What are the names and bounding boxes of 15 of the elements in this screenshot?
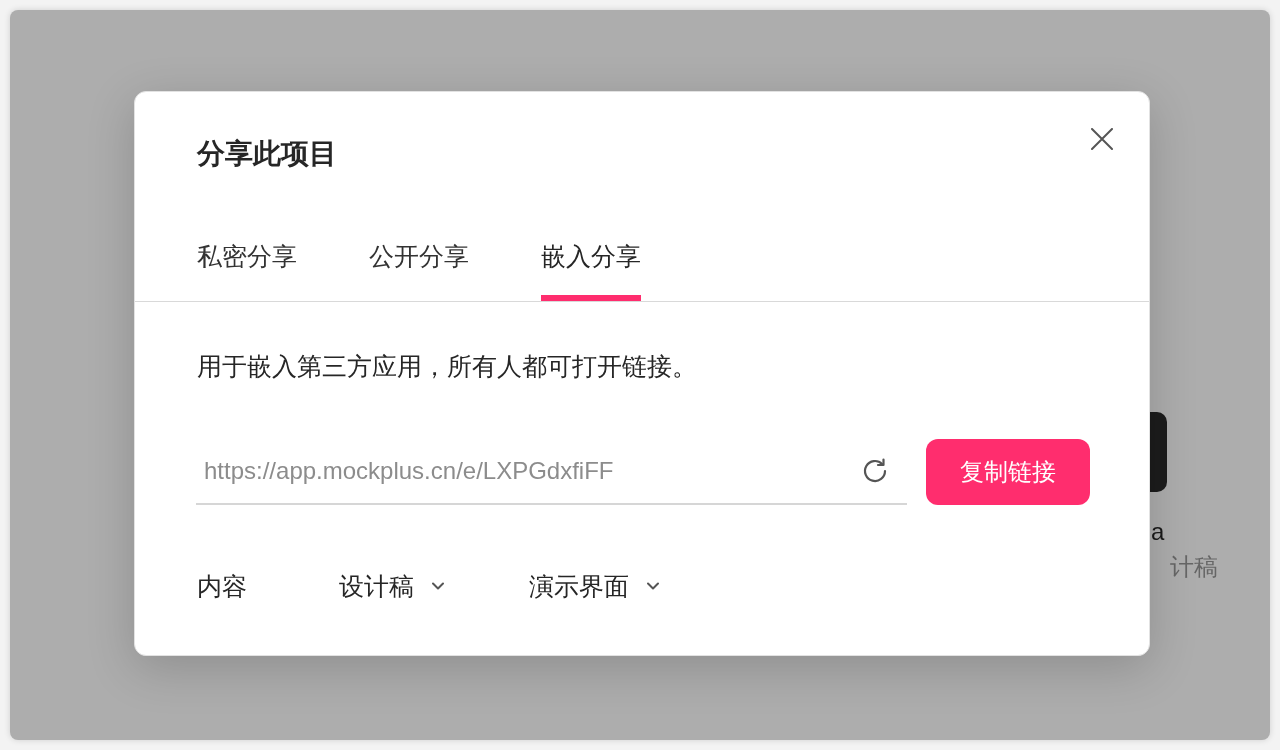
card-title: a <box>1151 517 1165 547</box>
content-label: 内容 <box>197 571 247 602</box>
dialog-title: 分享此项目 <box>197 137 337 171</box>
tab[interactable]: 嵌入分享 <box>541 226 641 301</box>
close-icon[interactable] <box>1091 128 1113 150</box>
chevron-down-icon <box>432 582 444 590</box>
dropdown[interactable]: 演示界面 <box>529 568 659 604</box>
copy-link-button[interactable]: 复制链接 <box>926 439 1090 505</box>
description-text: 用于嵌入第三方应用，所有人都可打开链接。 <box>197 351 697 382</box>
tab[interactable]: 公开分享 <box>369 226 469 301</box>
refresh-icon[interactable] <box>862 458 888 484</box>
card-subtitle: 计稿 <box>1170 552 1218 582</box>
chevron-down-icon <box>647 582 659 590</box>
dropdown[interactable]: 设计稿 <box>339 568 444 604</box>
tab[interactable]: 私密分享 <box>197 226 297 301</box>
